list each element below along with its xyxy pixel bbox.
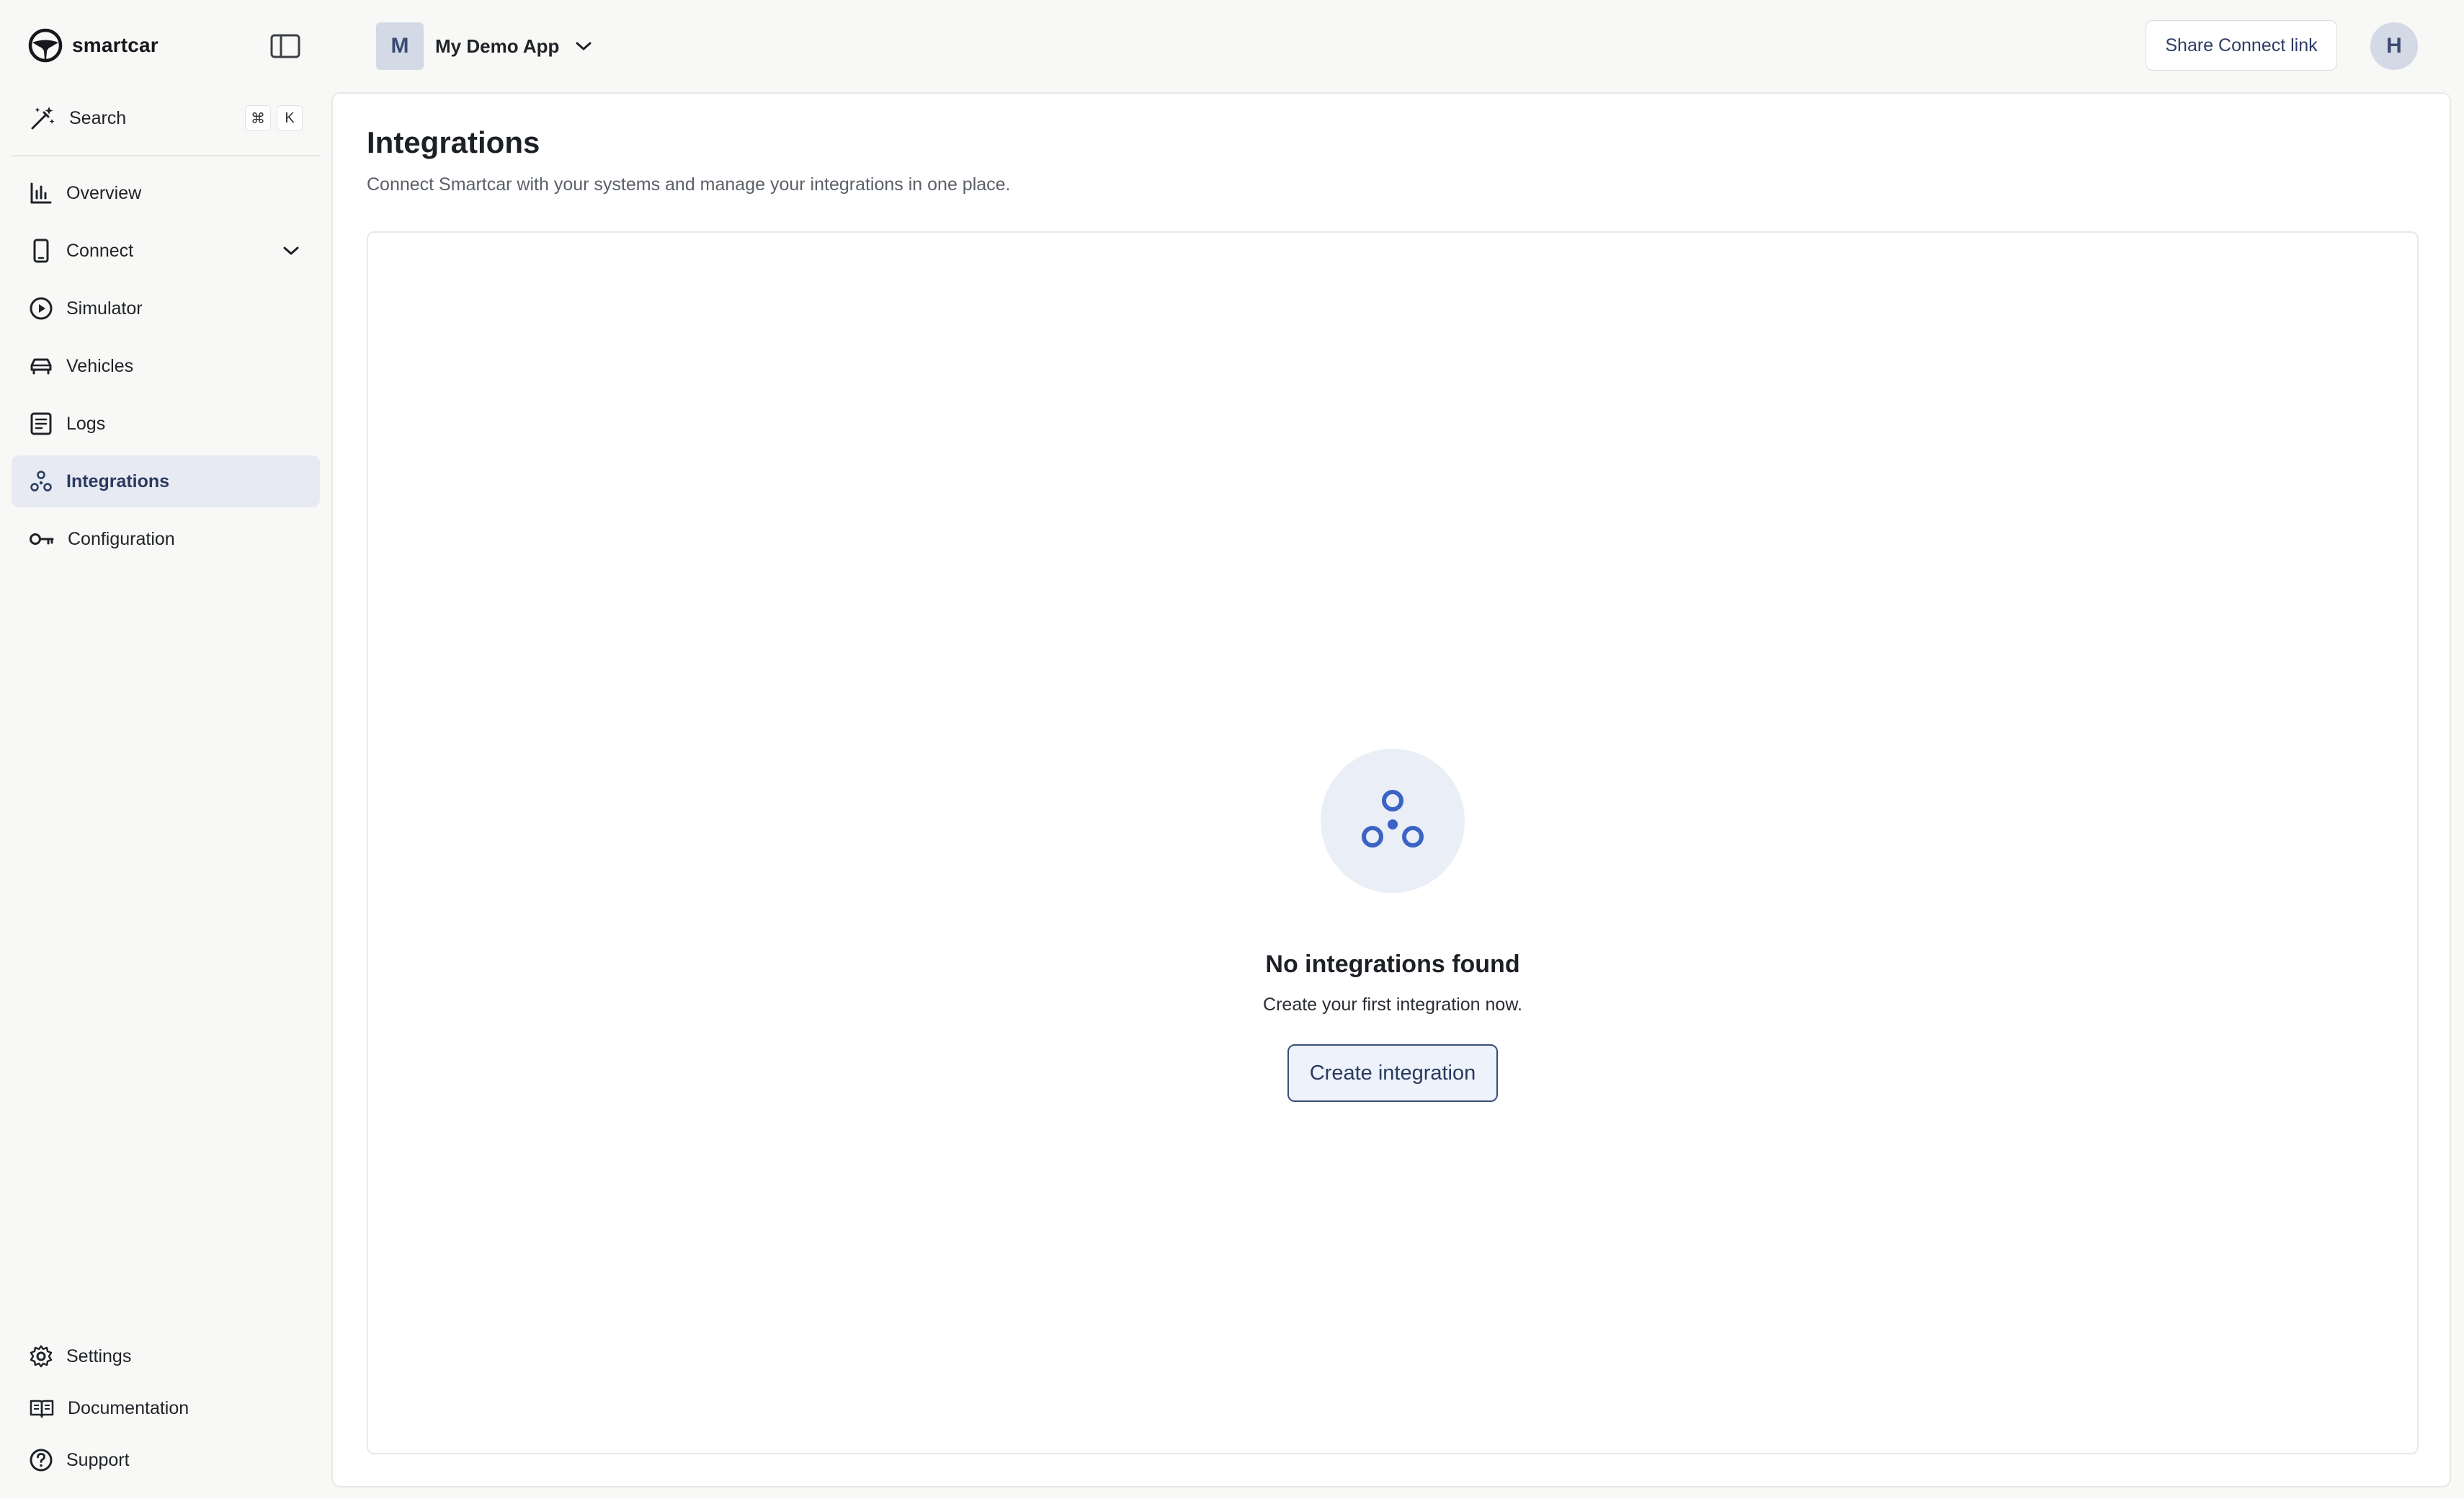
sidebar-item-label: Logs	[66, 413, 106, 434]
sidebar-item-label: Connect	[66, 240, 134, 261]
empty-state-description: Create your first integration now.	[1263, 995, 1522, 1015]
sidebar-item-label: Configuration	[68, 528, 175, 549]
chevron-down-icon	[575, 40, 592, 52]
help-circle-icon	[29, 1448, 53, 1472]
page-title: Integrations	[367, 125, 540, 159]
sidebar-item-label: Support	[66, 1449, 130, 1470]
sidebar-nav: Overview Connect Simulator Vehicles Logs…	[12, 167, 320, 571]
sidebar-panel-icon	[270, 34, 300, 58]
phone-icon	[29, 239, 53, 263]
app-name: My Demo App	[435, 35, 560, 57]
app-avatar: M	[376, 22, 424, 70]
steering-wheel-icon	[27, 27, 63, 63]
gear-icon	[29, 1344, 53, 1369]
sidebar-item-label: Documentation	[68, 1397, 189, 1418]
sidebar-item-label: Integrations	[66, 471, 170, 491]
shortcut-key-k: K	[277, 105, 303, 131]
sidebar-divider	[12, 155, 320, 156]
bar-chart-icon	[29, 181, 53, 205]
key-icon	[29, 527, 55, 551]
create-integration-button[interactable]: Create integration	[1287, 1044, 1498, 1102]
sidebar-item-documentation[interactable]: Documentation	[12, 1385, 320, 1431]
sidebar-item-overview[interactable]: Overview	[12, 167, 320, 219]
sidebar-item-integrations[interactable]: Integrations	[12, 455, 320, 507]
sidebar-bottom-nav: Settings Documentation Support	[12, 1333, 320, 1489]
app-switcher[interactable]: M My Demo App	[376, 22, 592, 70]
sidebar-item-logs[interactable]: Logs	[12, 398, 320, 450]
integrations-container: No integrations found Create your first …	[367, 231, 2419, 1454]
brand-logo[interactable]: smartcar	[27, 27, 159, 63]
sidebar-toggle-button[interactable]	[268, 32, 303, 61]
empty-state-title: No integrations found	[1265, 951, 1520, 978]
sidebar-item-label: Simulator	[66, 298, 143, 319]
sidebar-item-label: Vehicles	[66, 355, 134, 376]
sidebar-item-settings[interactable]: Settings	[12, 1333, 320, 1379]
search-button[interactable]: Search ⌘ K	[29, 101, 303, 135]
sidebar-item-configuration[interactable]: Configuration	[12, 513, 320, 565]
car-icon	[29, 354, 53, 378]
share-connect-link-button[interactable]: Share Connect link	[2146, 20, 2337, 71]
page-subtitle: Connect Smartcar with your systems and m…	[367, 174, 1011, 195]
magic-wand-icon	[29, 104, 56, 132]
empty-state-illustration	[1321, 749, 1465, 893]
document-icon	[29, 412, 53, 436]
chevron-down-icon[interactable]	[282, 245, 300, 257]
main-panel: Integrations Connect Smartcar with your …	[331, 92, 2451, 1487]
shortcut-key-command: ⌘	[245, 105, 271, 131]
sidebar: smartcar Search ⌘ K Overview Connect Sim…	[0, 0, 331, 1499]
book-icon	[29, 1396, 55, 1420]
play-circle-icon	[29, 296, 53, 321]
sidebar-item-simulator[interactable]: Simulator	[12, 283, 320, 334]
sidebar-item-label: Overview	[66, 182, 142, 203]
sidebar-item-label: Settings	[66, 1345, 132, 1366]
integrations-icon	[29, 469, 53, 494]
search-label: Search	[69, 107, 127, 128]
integrations-icon	[1358, 786, 1427, 855]
empty-state: No integrations found Create your first …	[368, 749, 2417, 1102]
sidebar-item-vehicles[interactable]: Vehicles	[12, 340, 320, 392]
search-shortcut: ⌘ K	[245, 105, 303, 131]
sidebar-item-support[interactable]: Support	[12, 1437, 320, 1483]
user-avatar[interactable]: H	[2370, 22, 2418, 70]
brand-name: smartcar	[72, 34, 159, 56]
sidebar-item-connect[interactable]: Connect	[12, 225, 320, 277]
